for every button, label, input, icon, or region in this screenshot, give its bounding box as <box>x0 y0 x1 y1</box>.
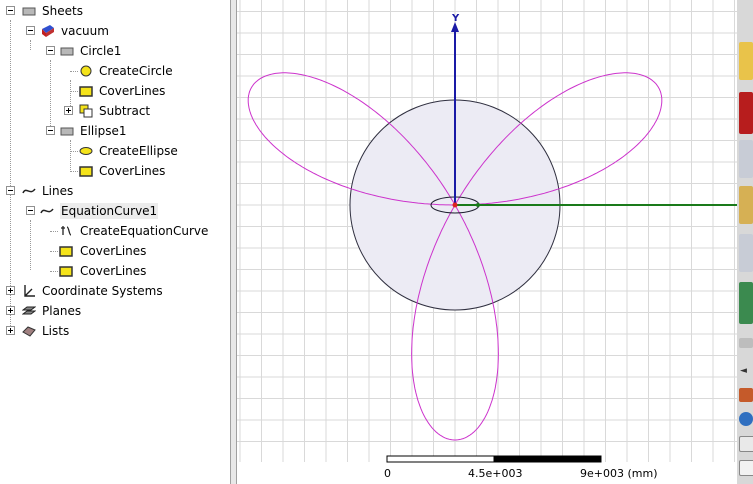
right-toolbar: ◄ <box>737 0 753 484</box>
tree-item-label: Coordinate Systems <box>42 284 163 298</box>
collapse-toggle[interactable] <box>26 26 35 35</box>
tree-item-label: Lines <box>42 184 74 198</box>
subtract-icon <box>79 104 93 118</box>
scale-bar-white-segment <box>386 455 495 463</box>
tree-item-label: CoverLines <box>99 164 166 178</box>
sheets-icon <box>22 4 36 18</box>
sheet-object-icon <box>60 124 74 138</box>
expand-toggle[interactable] <box>64 106 73 115</box>
tree-item-create-equation-curve[interactable]: CreateEquationCurve <box>0 222 230 240</box>
cover-lines-icon <box>79 164 93 178</box>
circle-icon <box>79 64 93 78</box>
magnet-icon[interactable] <box>739 92 753 134</box>
cover-lines-icon <box>59 244 73 258</box>
collapse-toggle[interactable] <box>26 206 35 215</box>
cover-lines-icon <box>59 264 73 278</box>
scale-label-mid: 4.5e+003 <box>468 467 522 480</box>
sheet-object-icon <box>60 44 74 58</box>
ellipse-icon <box>79 144 93 158</box>
toolbar-icon[interactable] <box>739 436 753 452</box>
expand-toggle[interactable] <box>6 326 15 335</box>
tree-item-coverlines[interactable]: CoverLines <box>0 242 230 260</box>
tree-item-label: Planes <box>42 304 82 318</box>
tree-item-coordinate-systems[interactable]: Coordinate Systems <box>0 282 230 300</box>
origin-marker <box>452 202 458 208</box>
tree-item-lines[interactable]: Lines <box>0 182 230 200</box>
tree-item-label: CoverLines <box>80 264 147 278</box>
toolbar-icon[interactable] <box>739 186 753 224</box>
toolbar-icon[interactable] <box>739 460 753 476</box>
toolbar-icon[interactable] <box>739 338 753 348</box>
tree-item-create-ellipse[interactable]: CreateEllipse <box>0 142 230 160</box>
tree-item-label: Circle1 <box>80 44 122 58</box>
scale-label-max: 9e+003 (mm) <box>580 467 658 480</box>
tree-item-label: vacuum <box>61 24 109 38</box>
tree-item-create-circle[interactable]: CreateCircle <box>0 62 230 80</box>
tree-item-planes[interactable]: Planes <box>0 302 230 320</box>
tree-item-label: Lists <box>42 324 70 338</box>
tree-item-label: CreateEquationCurve <box>80 224 209 238</box>
viewport-canvas[interactable]: Y 0 4.5e+003 9e+003 (mm) <box>237 0 737 484</box>
tree-item-ellipse1[interactable]: Ellipse1 <box>0 122 230 140</box>
expand-toggle[interactable] <box>6 286 15 295</box>
collapse-toggle[interactable] <box>6 6 15 15</box>
tree-item-sheets[interactable]: Sheets <box>0 2 230 20</box>
collapse-toggle[interactable] <box>6 186 15 195</box>
tree-item-label: CoverLines <box>99 84 166 98</box>
project-tree-panel: Sheets vacuum Circle1 CreateCircle Cover… <box>0 0 231 484</box>
tree-item-label: EquationCurve1 <box>60 203 159 219</box>
lists-icon <box>22 324 36 338</box>
material-icon <box>40 24 54 38</box>
cover-lines-icon <box>79 84 93 98</box>
coordinate-system-icon <box>22 284 36 298</box>
toolbar-icon[interactable] <box>739 282 753 324</box>
tree-item-label: Subtract <box>99 104 151 118</box>
tree-item-coverlines[interactable]: CoverLines <box>0 162 230 180</box>
y-axis-label: Y <box>451 13 460 24</box>
tree-item-label: Sheets <box>42 4 83 18</box>
folder-icon[interactable] <box>739 42 753 80</box>
scale-bar: 0 4.5e+003 9e+003 (mm) <box>384 455 658 480</box>
tree-item-equation-curve1[interactable]: EquationCurve1 <box>0 202 230 220</box>
tree-item-label: CreateEllipse <box>99 144 178 158</box>
collapse-toggle[interactable] <box>46 46 55 55</box>
tree-item-coverlines[interactable]: CoverLines <box>0 82 230 100</box>
tree-item-coverlines[interactable]: CoverLines <box>0 262 230 280</box>
tree-item-circle1[interactable]: Circle1 <box>0 42 230 60</box>
toolbar-icon[interactable] <box>739 388 753 402</box>
planes-icon <box>21 304 37 318</box>
scale-label-zero: 0 <box>384 467 391 480</box>
tree-item-label: Ellipse1 <box>80 124 127 138</box>
equation-curve-icon <box>59 224 73 238</box>
toolbar-icon[interactable] <box>739 140 753 178</box>
tree-item-label: CoverLines <box>80 244 147 258</box>
tree-item-subtract[interactable]: Subtract <box>0 102 230 120</box>
scale-bar-black-segment <box>493 455 602 463</box>
tree-item-vacuum[interactable]: vacuum <box>0 22 230 40</box>
modeler-viewport[interactable]: Y 0 4.5e+003 9e+003 (mm) <box>237 0 737 484</box>
x-axis-marker <box>476 203 480 207</box>
toolbar-icon[interactable] <box>739 234 753 272</box>
tree-item-label: CreateCircle <box>99 64 173 78</box>
expand-toggle[interactable] <box>6 306 15 315</box>
collapse-toggle[interactable] <box>46 126 55 135</box>
line-curve-icon <box>40 204 54 218</box>
line-curve-icon <box>22 184 36 198</box>
tree-item-lists[interactable]: Lists <box>0 322 230 340</box>
arrow-icon[interactable]: ◄ <box>740 366 747 376</box>
globe-icon[interactable] <box>739 412 753 426</box>
